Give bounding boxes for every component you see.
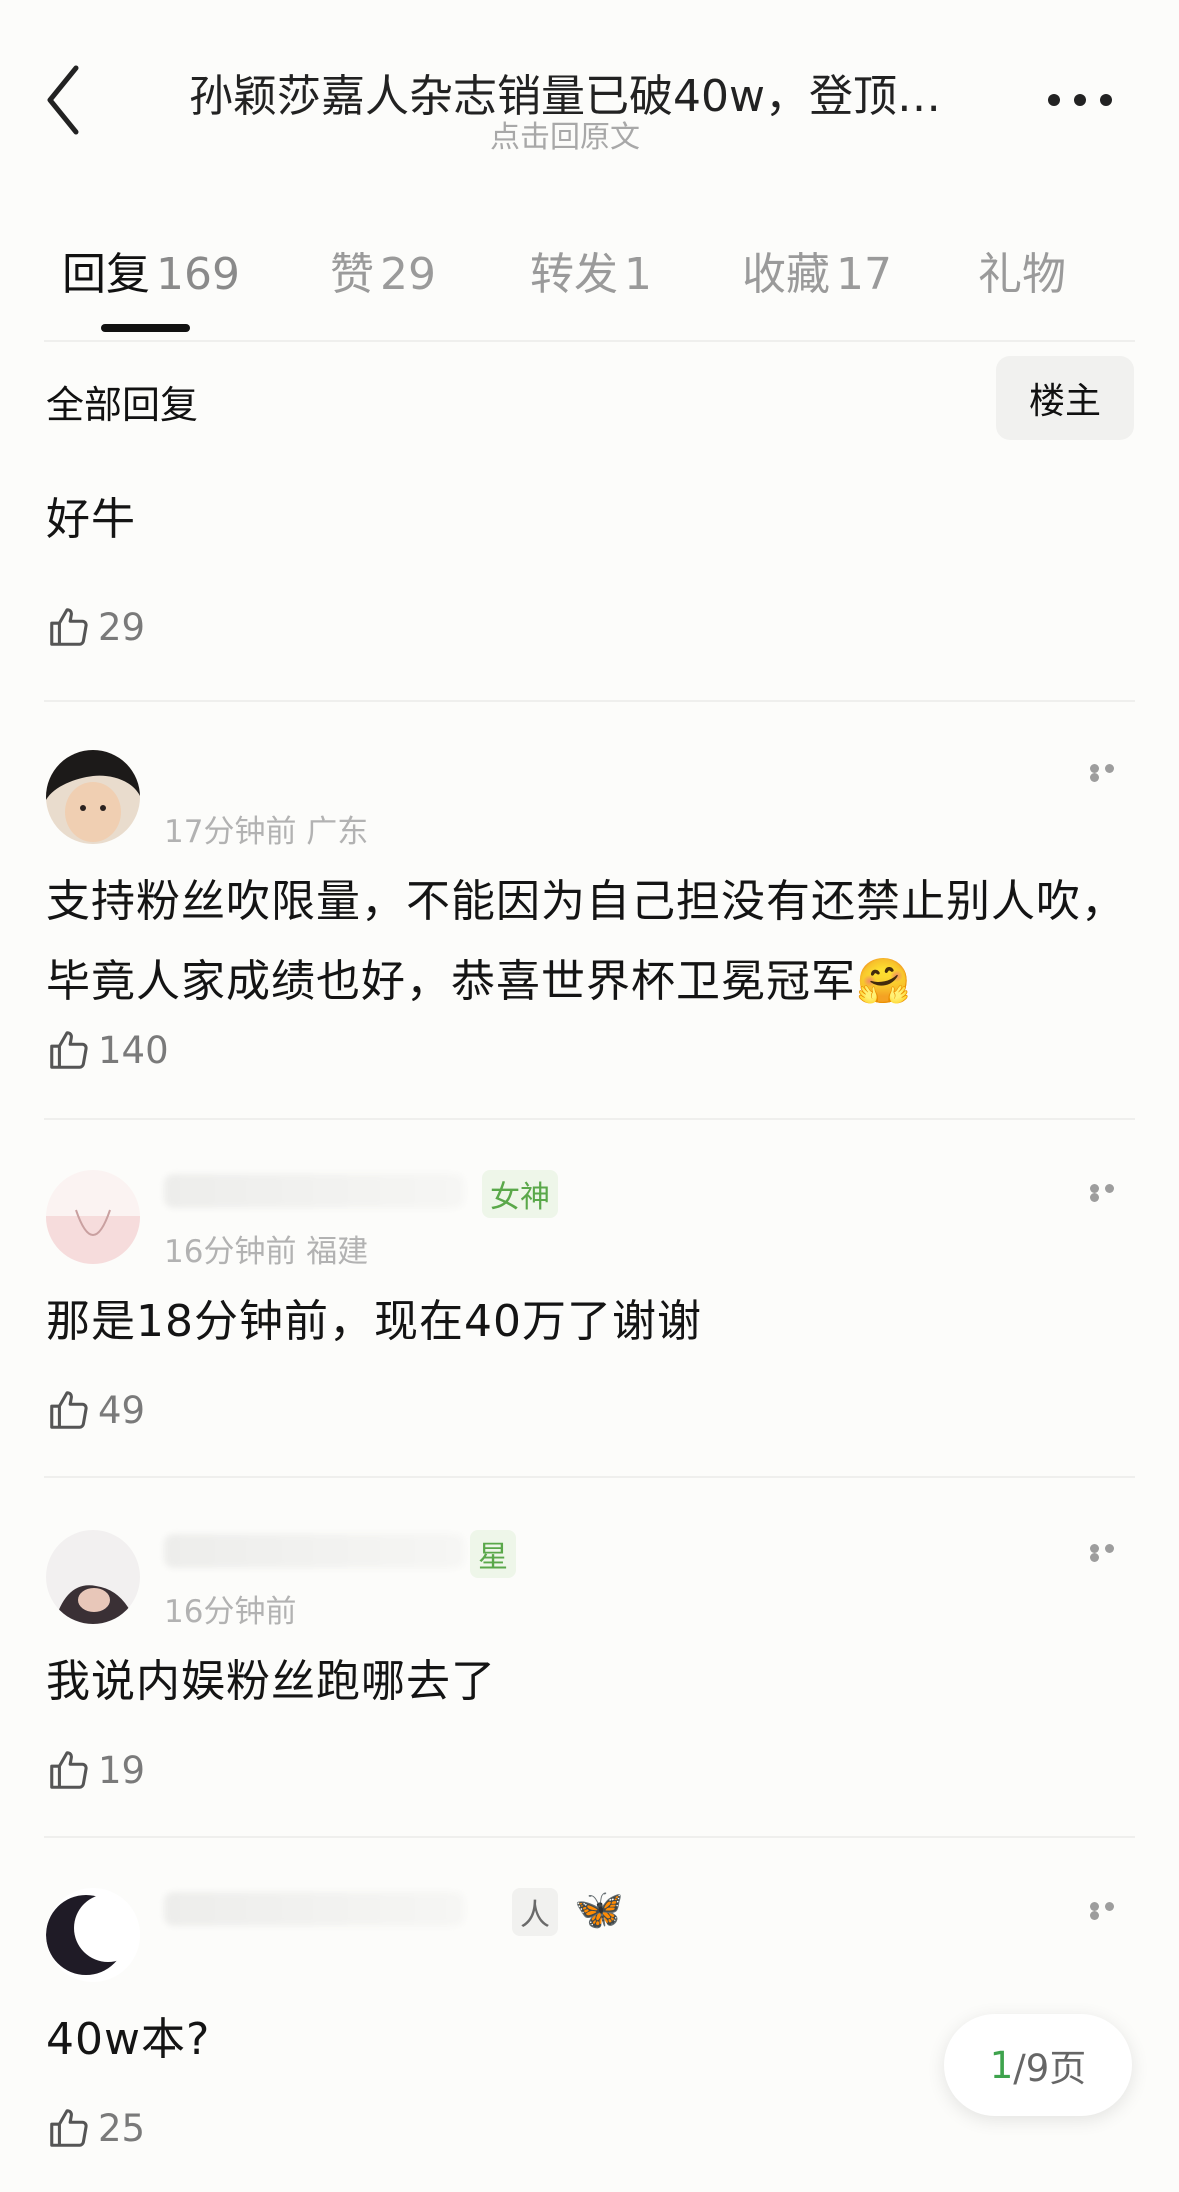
page-indicator-button[interactable]: 1/9页	[944, 2014, 1132, 2116]
comment-text: 我说内娱粉丝跑哪去了	[46, 1656, 496, 1707]
tab-replies[interactable]: 回复 169	[62, 238, 240, 302]
like-button[interactable]: 29	[46, 602, 145, 652]
like-count: 25	[98, 2106, 146, 2150]
thumbs-up-icon	[50, 2109, 88, 2147]
user-badge: 星	[470, 1530, 516, 1578]
like-button[interactable]: 140	[46, 1025, 169, 1075]
tab-label: 收藏	[742, 249, 830, 300]
all-replies-label: 全部回复	[46, 383, 199, 427]
comment-meta: 17分钟前 广东	[164, 814, 369, 850]
thumbs-up-icon	[50, 1751, 88, 1789]
like-button[interactable]: 49	[46, 1385, 145, 1435]
tab-label: 转发	[530, 249, 618, 300]
like-count: 49	[98, 1388, 146, 1432]
back-button[interactable]	[36, 60, 96, 140]
avatar-image	[46, 1888, 140, 1982]
tab-count: 17	[836, 249, 892, 300]
comment-text: 好牛	[46, 494, 136, 545]
tab-count: 1	[624, 249, 652, 300]
current-page: 1	[989, 2043, 1014, 2087]
more-dots-icon[interactable]	[1090, 1902, 1134, 1920]
comment-meta: 16分钟前 福建	[164, 1234, 369, 1270]
op-only-button[interactable]: 楼主	[996, 356, 1134, 440]
active-tab-indicator	[101, 324, 190, 332]
avatar-image	[46, 750, 140, 844]
avatar[interactable]	[46, 1170, 140, 1264]
avatar[interactable]	[46, 1888, 140, 1982]
username	[164, 1892, 464, 1926]
user-badge: 女神	[482, 1170, 558, 1218]
tab-count: 29	[380, 249, 436, 300]
tab-gifts[interactable]: 礼物	[978, 238, 1066, 302]
tab-likes[interactable]: 赞 29	[330, 238, 436, 302]
username	[164, 1534, 464, 1568]
like-button[interactable]: 25	[46, 2103, 145, 2153]
user-badge: 人	[512, 1888, 558, 1936]
thumbs-up-icon	[50, 1031, 88, 1069]
like-count: 29	[98, 605, 146, 649]
avatar[interactable]	[46, 1530, 140, 1624]
tab-reposts[interactable]: 转发 1	[530, 238, 652, 302]
comment-text: 支持粉丝吹限量，不能因为自己担没有还禁止别人吹，毕竟人家成绩也好，恭喜世界杯卫冕…	[46, 876, 1126, 1007]
avatar[interactable]	[46, 750, 140, 844]
like-count: 140	[98, 1028, 169, 1072]
avatar-image	[46, 1530, 140, 1624]
divider	[44, 1118, 1135, 1120]
avatar-image	[46, 1170, 140, 1264]
divider	[44, 700, 1135, 702]
comment-text: 那是18分钟前，现在40万了谢谢	[46, 1296, 702, 1347]
divider	[44, 340, 1135, 342]
divider	[44, 1476, 1135, 1478]
comment-meta: 16分钟前	[164, 1594, 297, 1630]
like-count: 19	[98, 1748, 146, 1792]
tab-favorites[interactable]: 收藏 17	[742, 238, 892, 302]
back-to-original-link[interactable]: 点击回原文	[150, 112, 980, 156]
username	[164, 1174, 464, 1208]
more-dots-icon[interactable]	[1090, 764, 1134, 782]
tab-label: 礼物	[978, 249, 1066, 300]
more-dots-icon[interactable]	[1040, 80, 1120, 120]
tab-label: 赞	[330, 249, 374, 300]
back-chevron-icon	[47, 65, 79, 135]
more-dots-icon[interactable]	[1090, 1184, 1134, 1202]
total-pages: /9页	[1013, 2047, 1087, 2090]
tab-label: 回复	[62, 249, 150, 300]
tab-count: 169	[156, 249, 240, 300]
more-dots-icon[interactable]	[1090, 1544, 1134, 1562]
butterfly-badge-icon: 🦋	[574, 1887, 624, 1933]
thumbs-up-icon	[50, 608, 88, 646]
thumbs-up-icon	[50, 1391, 88, 1429]
divider	[44, 1836, 1135, 1838]
like-button[interactable]: 19	[46, 1745, 145, 1795]
